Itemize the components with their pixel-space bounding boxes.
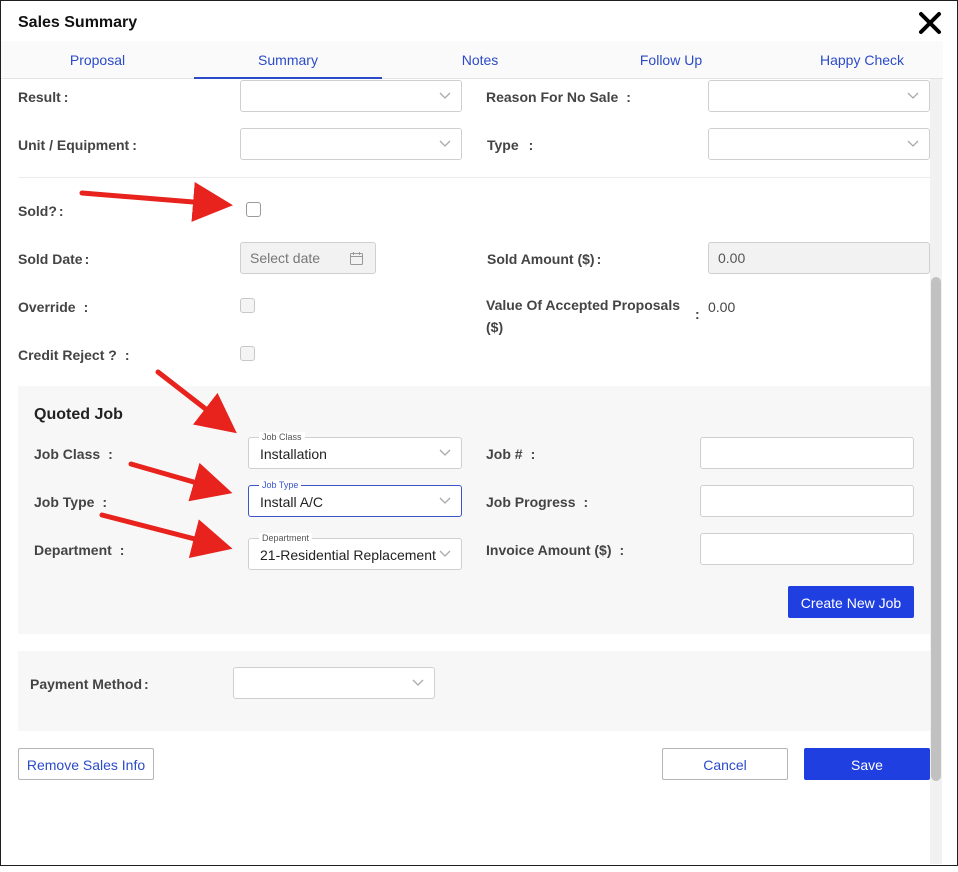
department-float-label: Department <box>259 533 313 543</box>
payment-method-label: Payment Method: <box>30 676 149 692</box>
chevron-down-icon <box>907 92 919 99</box>
close-icon[interactable] <box>918 11 942 35</box>
job-type-float-label: Job Type <box>259 480 302 490</box>
chevron-down-icon <box>412 679 424 686</box>
override-checkbox[interactable] <box>240 298 255 313</box>
tab-happy-check[interactable]: Happy Check <box>767 41 957 79</box>
chevron-down-icon <box>439 140 451 147</box>
tab-summary[interactable]: Summary <box>194 41 382 79</box>
calendar-icon <box>350 252 363 265</box>
modal-title: Sales Summary <box>18 14 138 31</box>
modal-header: Sales Summary <box>1 1 957 41</box>
invoice-amount-input[interactable] <box>700 533 914 565</box>
value-accepted-colon: : <box>695 306 700 322</box>
job-number-label: Job #: <box>486 446 536 462</box>
job-type-select[interactable]: Job Type Install A/C <box>248 480 462 517</box>
department-label: Department: <box>34 542 125 558</box>
tab-notes[interactable]: Notes <box>385 41 575 79</box>
job-class-value: Installation <box>260 446 327 462</box>
chevron-down-icon <box>439 449 451 456</box>
payment-section <box>18 651 930 731</box>
job-class-float-label: Job Class <box>259 432 305 442</box>
payment-method-select[interactable] <box>233 667 435 699</box>
department-select[interactable]: Department 21-Residential Replacement <box>248 533 462 570</box>
reason-for-no-sale-select[interactable] <box>708 80 930 112</box>
tab-proposal[interactable]: Proposal <box>1 41 194 79</box>
tab-follow-up[interactable]: Follow Up <box>576 41 766 79</box>
invoice-amount-label: Invoice Amount ($): <box>486 542 625 558</box>
chevron-down-icon <box>439 550 451 557</box>
result-label: Result: <box>18 89 69 105</box>
result-select[interactable] <box>240 80 462 112</box>
type-select[interactable] <box>708 128 930 160</box>
create-new-job-button[interactable]: Create New Job <box>788 586 914 618</box>
department-value: 21-Residential Replacement <box>260 547 436 563</box>
job-class-select[interactable]: Job Class Installation <box>248 432 462 469</box>
cancel-button[interactable]: Cancel <box>662 748 788 780</box>
value-accepted-proposals-value: 0.00 <box>708 299 736 315</box>
scrollbar-thumb[interactable] <box>931 277 941 781</box>
job-type-value: Install A/C <box>260 494 324 510</box>
job-class-label: Job Class: <box>34 446 113 462</box>
sold-date-placeholder: Select date <box>250 250 321 266</box>
sold-checkbox[interactable] <box>246 202 261 217</box>
section-divider <box>18 177 930 178</box>
reason-for-no-sale-label: Reason For No Sale: <box>486 89 631 105</box>
chevron-down-icon <box>439 497 451 504</box>
chevron-down-icon <box>907 140 919 147</box>
value-accepted-proposals-label: Value Of Accepted Proposals ($) <box>486 297 680 335</box>
sold-amount-input[interactable]: 0.00 <box>708 242 930 274</box>
job-progress-label: Job Progress: <box>486 494 589 510</box>
sales-summary-modal: Sales Summary Proposal Summary Notes Fol… <box>0 0 958 866</box>
type-label: Type: <box>487 137 534 153</box>
sold-date-label: Sold Date: <box>18 251 90 267</box>
chevron-down-icon <box>439 92 451 99</box>
credit-reject-checkbox[interactable] <box>240 346 255 361</box>
credit-reject-label: Credit Reject ?: <box>18 347 130 363</box>
job-progress-input[interactable] <box>700 485 914 517</box>
job-type-label: Job Type: <box>34 494 108 510</box>
quoted-job-title: Quoted Job <box>34 406 123 423</box>
sold-amount-label: Sold Amount ($): <box>487 251 602 267</box>
tab-bar: Proposal Summary Notes Follow Up Happy C… <box>1 41 943 79</box>
unit-equipment-label: Unit / Equipment: <box>18 137 137 153</box>
unit-equipment-select[interactable] <box>240 128 462 160</box>
override-label: Override: <box>18 299 89 315</box>
remove-sales-info-button[interactable]: Remove Sales Info <box>18 748 154 780</box>
job-number-input[interactable] <box>700 437 914 469</box>
sold-label: Sold?: <box>18 203 64 219</box>
sold-date-input[interactable]: Select date <box>240 242 376 274</box>
save-button[interactable]: Save <box>804 748 930 780</box>
